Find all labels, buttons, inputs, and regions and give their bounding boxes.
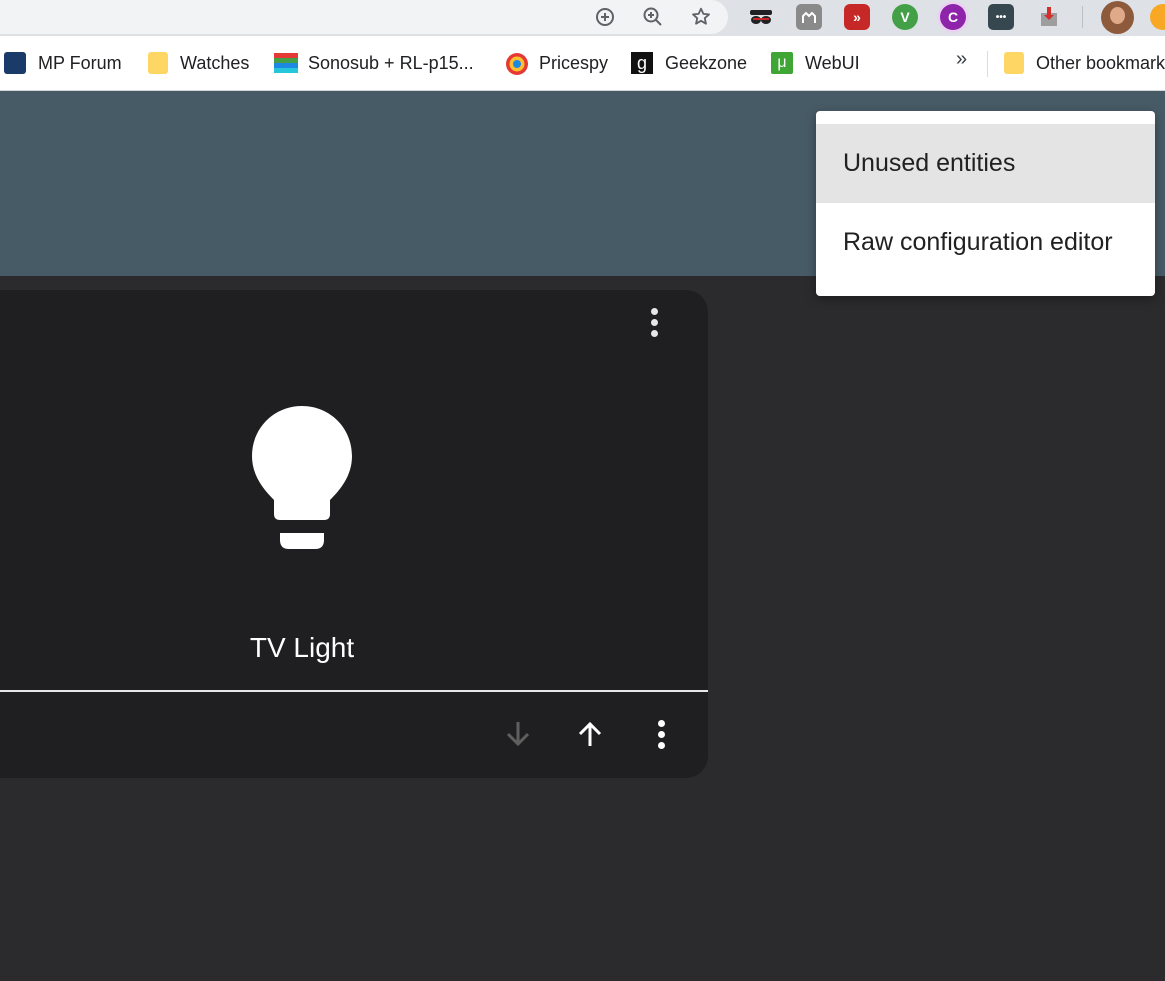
bookmark-other-bookmarks[interactable]: Other bookmarks xyxy=(1004,50,1165,76)
dot xyxy=(657,719,665,727)
move-down-arrow-icon[interactable] xyxy=(492,708,544,760)
striped-flag-icon xyxy=(274,52,298,74)
bookmarks-overflow-chevron[interactable]: » xyxy=(956,48,967,71)
video-speed-icon[interactable]: » xyxy=(844,4,870,30)
bookmarks-divider xyxy=(987,51,988,77)
card-actions-bar xyxy=(0,692,708,778)
mp-forum-icon xyxy=(4,52,26,74)
bookmark-sonosub[interactable]: Sonosub + RL-p15... xyxy=(274,50,474,76)
move-up-arrow-icon[interactable] xyxy=(564,708,616,760)
update-badge-icon[interactable] xyxy=(1150,4,1165,30)
bookmark-label: Other bookmarks xyxy=(1036,52,1165,73)
profile-avatar[interactable] xyxy=(1101,1,1134,34)
add-circle-icon[interactable] xyxy=(592,4,618,30)
shield-v-icon[interactable]: V xyxy=(892,4,918,30)
c-ring-icon[interactable]: C xyxy=(940,4,966,30)
dot xyxy=(657,741,665,749)
webui-icon: μ xyxy=(771,52,793,74)
dot xyxy=(650,307,658,315)
password-dots-icon[interactable]: ••• xyxy=(988,4,1014,30)
pricespy-icon xyxy=(505,52,528,75)
bookmark-mp-forum[interactable]: MP Forum xyxy=(4,50,122,76)
browser-toolbar: » V C ••• xyxy=(0,0,1165,36)
bookmark-label: Watches xyxy=(180,52,250,73)
bookmark-geekzone[interactable]: g Geekzone xyxy=(631,50,747,76)
geekzone-g-icon: g xyxy=(631,52,653,74)
folder-icon xyxy=(148,52,168,74)
avatar-face xyxy=(1110,7,1125,24)
menu-item-unused-entities[interactable]: Unused entities xyxy=(816,124,1155,203)
bookmark-webui[interactable]: μ WebUI xyxy=(771,50,860,76)
incognito-mask-icon[interactable] xyxy=(748,4,774,30)
card-options-menu-icon[interactable] xyxy=(634,298,674,346)
bookmark-label: MP Forum xyxy=(38,52,122,73)
folder-icon xyxy=(1004,52,1024,74)
lightbulb-icon[interactable] xyxy=(250,404,354,552)
dot xyxy=(650,318,658,326)
toolbar-separator xyxy=(1082,6,1083,28)
camelcamelcamel-icon[interactable] xyxy=(796,4,822,30)
bookmarks-bar: MP Forum Watches Sonosub + RL-p15... Pri… xyxy=(0,36,1165,91)
card-edit-menu-icon[interactable] xyxy=(635,708,687,760)
dot xyxy=(650,329,658,337)
bookmark-label: Sonosub + RL-p15... xyxy=(308,52,474,73)
overflow-dropdown-menu: Unused entities Raw configuration editor xyxy=(816,111,1155,296)
bookmark-watches[interactable]: Watches xyxy=(148,50,249,76)
dot xyxy=(657,730,665,738)
zoom-in-icon[interactable] xyxy=(640,4,666,30)
bookmark-label: Pricespy xyxy=(539,52,609,73)
package-download-icon[interactable] xyxy=(1036,4,1062,30)
bookmark-label: Geekzone xyxy=(665,52,748,73)
address-bar[interactable] xyxy=(0,0,728,34)
menu-item-raw-configuration-editor[interactable]: Raw configuration editor xyxy=(816,203,1155,282)
entity-name: TV Light xyxy=(249,632,355,663)
entity-card[interactable]: TV Light xyxy=(0,290,708,778)
star-icon[interactable] xyxy=(688,4,714,30)
bookmark-label: WebUI xyxy=(805,52,860,73)
bookmark-pricespy[interactable]: Pricespy xyxy=(505,50,608,76)
